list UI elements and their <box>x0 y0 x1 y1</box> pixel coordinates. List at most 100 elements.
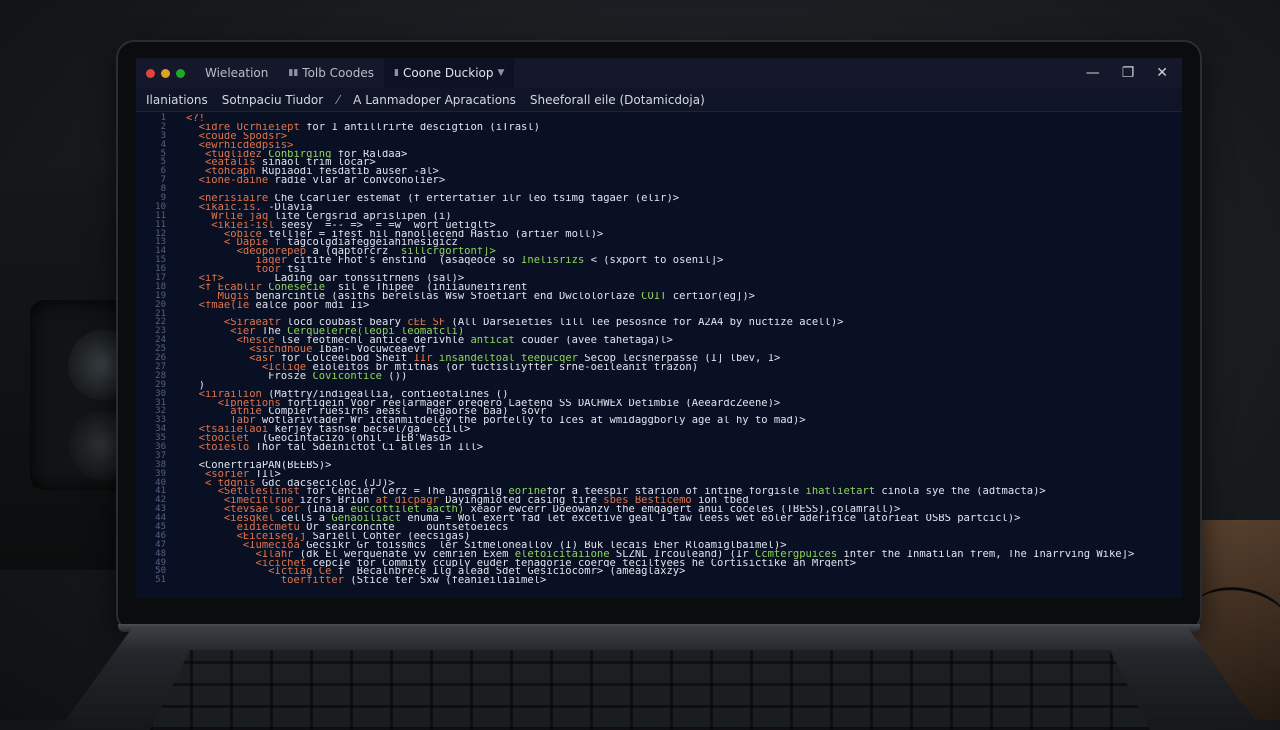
code-token: Conbirging <box>268 149 338 159</box>
close-dot[interactable] <box>146 68 155 78</box>
maximize-icon[interactable]: ❐ <box>1122 65 1135 81</box>
code-token: <eatalis <box>186 158 262 168</box>
code-token: <ConertriaPAN(BEEBS)> <box>186 460 332 470</box>
code-token: <ikaic.is. <box>186 202 269 212</box>
code-token: COIT <box>641 291 673 301</box>
code-line: <tsaiielaoi kerjey tasnse becsel/ga ccil… <box>186 425 1182 434</box>
code-line: <obice telljer = ifest hil nanollecend H… <box>186 230 1182 239</box>
code-token: Or searconcnte ountsetoeiecs <box>306 522 509 532</box>
minimize-dot[interactable] <box>161 68 170 78</box>
code-token: kerjey tasnse becsel/ga ccill> <box>274 425 471 435</box>
tab-tolb-coodes[interactable]: ▮▮ Tolb Coodes <box>278 58 384 88</box>
code-line: <Eiceiseg,j Sariell Cohter (eecsigas) <box>186 532 1182 541</box>
code-token: <ikiei-isl <box>186 220 281 230</box>
code-token: izcrs Brion <box>299 496 376 506</box>
code-line: eidiecmetu Or searconcnte ountsetoeiecs <box>186 523 1182 532</box>
code-token: (Mattry/indigeallia, contieotalines () <box>268 389 509 399</box>
code-token: TIl> <box>255 469 281 479</box>
code-line: <asr for Colceelbod Sheit IIr insandelto… <box>186 354 1182 363</box>
code-line: <ikiei-isl seesy =-- => = =w wort uetigl… <box>186 221 1182 230</box>
code-token: eorine <box>508 487 547 497</box>
code-token: <asr <box>186 354 281 363</box>
code-token: sillcrgortonf]> <box>400 247 496 257</box>
code-token: <coude Spodsr> <box>186 131 288 141</box>
code-token: Genaoiliact <box>331 514 408 523</box>
code-line: <tuqlidez Conbirging for Raldaa> <box>186 150 1182 159</box>
code-token: <iesqkel <box>186 514 281 523</box>
code-token: eidiecmetu <box>186 522 307 532</box>
code-area[interactable]: <?! <idre Ucrhieiept for 1 antillrirte d… <box>186 114 1182 585</box>
code-token: Cerquelerre(leopi leomatcli) <box>287 327 465 337</box>
code-line: <idre Ucrhieiept for 1 antillrirte desci… <box>186 123 1182 132</box>
code-token: Sariell Cohter (eecsigas) <box>312 531 471 541</box>
code-token: <Ilahr <box>186 549 300 559</box>
code-token: (Stice ter Sxw (feanieiliaimel> <box>350 576 547 586</box>
code-line: <ikaic.is. -Dlavia <box>186 203 1182 212</box>
code-token: seesy =-- => = =w wort uetiglt> <box>280 220 496 230</box>
breadcrumb-item[interactable]: Sotnpaciu Tiudor <box>222 93 323 107</box>
code-token: (Inaia <box>306 505 351 515</box>
code-line: Wrlie jaq lite Cergsrid aprislipen (i) <box>186 212 1182 221</box>
minimize-icon[interactable]: — <box>1086 65 1100 81</box>
code-token: Ccmtergpuices <box>754 549 844 559</box>
maximize-dot[interactable] <box>176 68 185 78</box>
code-line: <iirailion (Mattry/indigeallia, contieot… <box>186 390 1182 399</box>
code-token: certior(eg])> <box>672 291 755 301</box>
chevron-down-icon[interactable]: ▼ <box>498 68 505 78</box>
code-token: lse feotmechl antice derivhle <box>280 336 471 346</box>
close-icon[interactable]: ✕ <box>1156 65 1168 81</box>
breadcrumb: Ilaniations Sotnpaciu Tiudor ⁄ A Lanmado… <box>136 88 1182 112</box>
code-token: ihatlietart <box>805 487 882 497</box>
code-token: <ewrhicdedpsis> <box>186 140 294 150</box>
code-token: Tabr <box>186 416 262 426</box>
code-token: ealce poor mdi Ii> <box>255 300 370 310</box>
code-token: tsi <box>287 265 307 275</box>
breadcrumb-item[interactable]: Ilaniations <box>146 93 208 107</box>
code-editor[interactable]: 1 2 3 4 5 5 6 7 8 9 10 11 11 12 13 14 15 16 17 18 19 20 21 22 23… <box>136 114 1182 598</box>
tab-coone-duckiop[interactable]: ▮ Coone Duckiop ▼ <box>384 58 515 88</box>
code-token: fortigein Voor reelarmager oregero Laete… <box>287 398 781 408</box>
code-token: (Geocintacizo (ohil IEB'Wasd> <box>261 434 452 443</box>
code-line: Mugis benarcintle (asiths berelslas Wsw … <box>186 292 1182 301</box>
code-line: <Ictiag Ce f Becalnbrece Ilg alead Sdet … <box>186 567 1182 576</box>
code-line: Tabr wotlarivtader Wr ictanmitdeley the … <box>186 416 1182 425</box>
code-token: f Becalnbrece Ilg alead Sdet Gesiciocomr… <box>337 567 686 577</box>
code-token: Frosze <box>186 371 313 381</box>
code-line: <iesqkel cells a Genaoiliact enuma = Wol… <box>186 514 1182 523</box>
code-token: for Raldaa> <box>337 149 408 159</box>
file-icon: ▮▮ <box>288 68 299 78</box>
code-token: cells a <box>280 514 332 523</box>
tab-label: Coone Duckiop <box>402 66 494 80</box>
code-token: <toieslo <box>186 442 256 452</box>
code-token: toor <box>186 265 288 275</box>
code-token: SLZNL Ircouleand) (Ir <box>615 549 755 559</box>
tab-wieleation[interactable]: Wieleation <box>195 58 278 88</box>
code-line: <tevsae soor (Inaia euccottilet aacth) x… <box>186 505 1182 514</box>
code-line: <f Ecablir Conesecie sil e Thipee (iniia… <box>186 283 1182 292</box>
code-line: < tdqnis Gdc dacsecicloc (JJ)> <box>186 479 1182 488</box>
code-token: lite Cergsrid aprislipen (i) <box>274 211 452 221</box>
code-token: <Ictiag Ce <box>186 567 338 577</box>
code-token: <Iumecioa <box>186 540 307 550</box>
breadcrumb-separator-icon: ⁄ <box>337 92 340 107</box>
code-token: anticat <box>470 336 522 346</box>
code-token: insandeltoal teepucqer <box>438 354 585 363</box>
breadcrumb-item[interactable]: A Lanmadoper Apracations <box>353 93 516 107</box>
code-token: < tdqnis <box>186 478 262 488</box>
code-line: <tohcaph Rupiaodi fesdatib auser -al> <box>186 167 1182 176</box>
file-icon: ▮ <box>394 68 399 78</box>
code-token: <Eiceiseg,j <box>186 531 313 541</box>
breadcrumb-item[interactable]: Sheeforall eile (Dotamicdoja) <box>530 93 705 107</box>
code-token: locd coubast beary <box>287 318 408 328</box>
code-line: toor tsi <box>186 265 1182 274</box>
code-token: <tsaiielaoi <box>186 425 275 435</box>
code-token: <f Ecablir <box>186 282 269 292</box>
code-token: Dayingmioted casing tire <box>445 496 604 506</box>
code-token: (All Darseieties lill lee pesosnce for A… <box>451 318 844 328</box>
code-token: <Ipnetions <box>186 398 288 408</box>
code-line: <Ipnetions fortigein Voor reelarmager or… <box>186 399 1182 408</box>
code-token: <Icliqe <box>186 362 313 372</box>
code-token: sil e Thipee (iniiauneifirent <box>337 282 528 292</box>
